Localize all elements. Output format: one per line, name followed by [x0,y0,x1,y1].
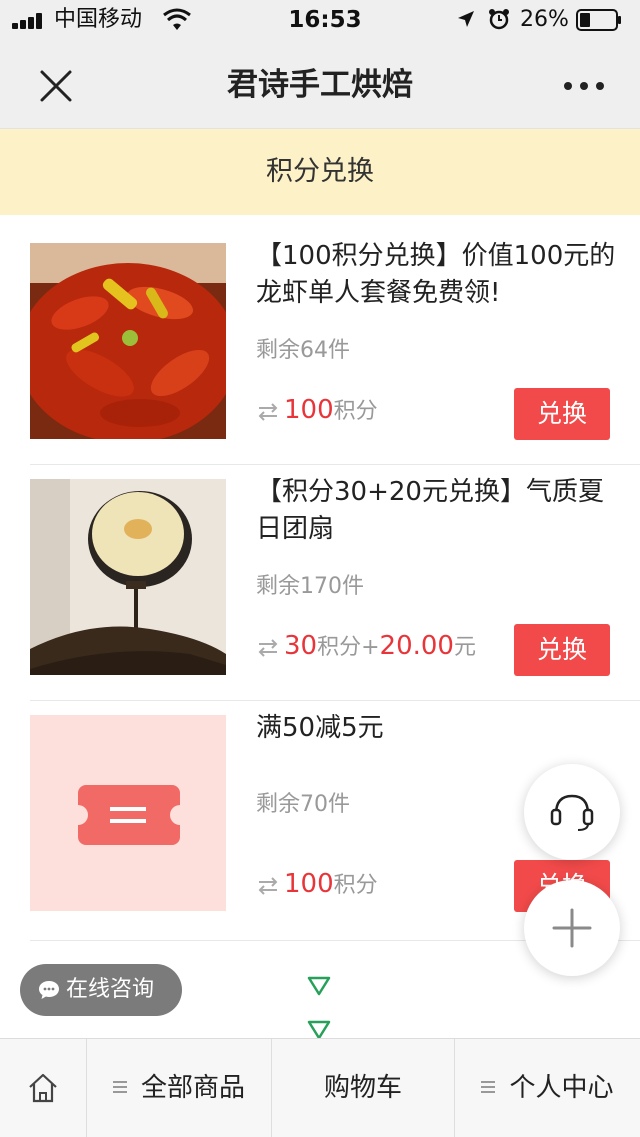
product-stock: 剩余64件 [256,338,350,363]
online-consult-label: 在线咨询 [66,977,155,1002]
bottom-tab-bar: 全部商品 购物车 个人中心 [0,1038,640,1137]
home-icon [29,1073,57,1103]
product-title[interactable]: 【积分30+20元兑换】气质夏日团扇 [256,474,616,548]
battery-icon [576,9,621,31]
tab-profile[interactable]: 个人中心 [455,1039,640,1137]
tab-all-products-label: 全部商品 [140,1073,245,1103]
tab-home[interactable] [0,1039,86,1137]
points-unit: 积分 [333,873,378,898]
online-consult-button[interactable]: 在线咨询 [20,964,182,1016]
fan-image [30,479,226,675]
crayfish-image [30,243,226,439]
product-stock: 剩余70件 [256,792,350,817]
chat-bubble-icon [39,981,59,999]
product-row[interactable]: 【100积分兑换】价值100元的龙虾单人套餐免费领! 剩余64件 100积分 兑… [30,228,640,465]
product-stock: 剩余170件 [256,574,364,599]
tab-cart-label: 购物车 [323,1073,402,1103]
plus-icon [552,908,592,948]
product-title[interactable]: 【100积分兑换】价值100元的龙虾单人套餐免费领! [256,238,616,312]
product-price: 30积分+20.00元 [256,628,476,666]
redeem-button[interactable]: 兑换 [514,624,610,676]
exchange-icon [258,877,278,895]
alarm-icon [489,9,509,30]
nav-bar: 君诗手工烘焙 [0,40,640,129]
tab-cart[interactable]: 购物车 [272,1039,454,1137]
add-button[interactable] [524,880,620,976]
product-price: 100积分 [256,392,378,430]
battery-percent: 26% [520,7,569,32]
points-value: 100 [284,869,334,899]
close-icon[interactable] [34,64,78,108]
carrier-label: 中国移动 [54,7,143,32]
cash-unit: 元 [453,635,476,660]
page-title: 君诗手工烘焙 [227,67,413,103]
points-unit: 积分+ [317,635,380,660]
ticket-icon [78,785,180,845]
section-header: 积分兑换 [0,129,640,215]
points-unit: 积分 [333,399,378,424]
tab-all-products[interactable]: 全部商品 [87,1039,271,1137]
product-row[interactable]: 【积分30+20元兑换】气质夏日团扇 剩余170件 30积分+20.00元 兑换 [30,464,640,701]
menu-icon [112,1080,127,1093]
scroll-down-arrows [307,976,331,1038]
points-value: 30 [284,631,318,661]
location-arrow-icon [458,11,474,27]
menu-icon [481,1080,496,1093]
wifi-icon [163,8,191,30]
status-time: 16:53 [288,7,362,33]
redeem-button[interactable]: 兑换 [514,388,610,440]
customer-service-button[interactable] [524,764,620,860]
more-icon[interactable] [560,70,610,100]
exchange-icon [258,403,278,421]
product-title[interactable]: 满50减5元 [256,710,616,747]
product-price: 100积分 [256,866,378,904]
coupon-image [30,715,226,911]
tab-profile-label: 个人中心 [509,1073,614,1103]
points-value: 100 [284,395,334,425]
cash-value: 20.00 [379,631,454,661]
signal-icon [12,11,48,29]
headset-icon [550,794,594,831]
exchange-icon [258,639,278,657]
status-bar: 中国移动 16:53 26% [0,0,640,40]
